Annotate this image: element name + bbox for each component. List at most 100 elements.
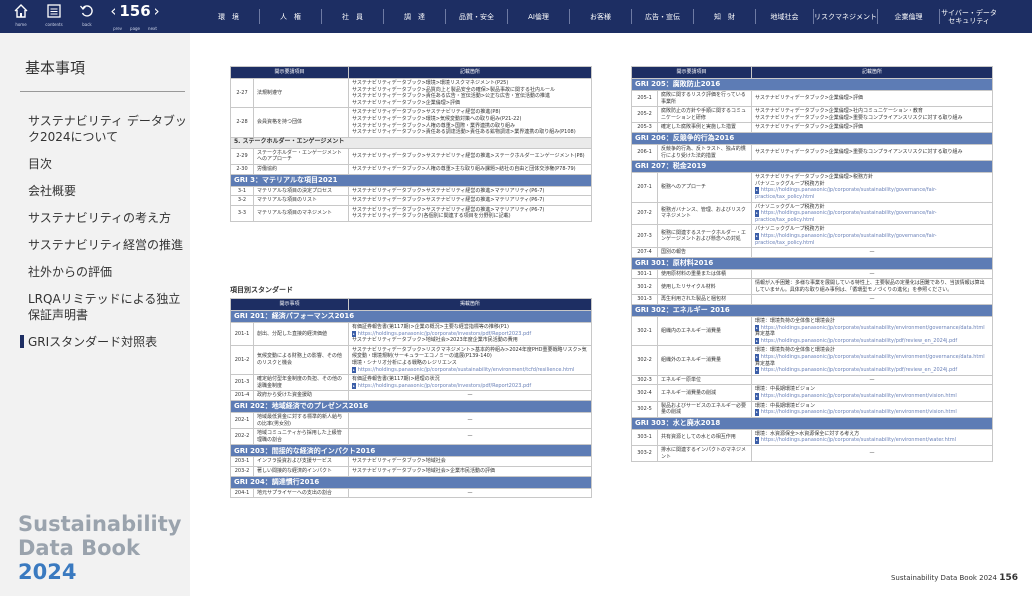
reference-link[interactable]: ▸ https://holdings.panasonic/jp/corporate… xyxy=(755,187,989,200)
sidebar-divider xyxy=(20,91,185,92)
row-value: サステナビリティデータブック>サステナビリティ経営の推進>マテリアリティ(P6-… xyxy=(348,195,592,206)
reference-link[interactable]: ▸ https://holdings.panasonic/jp/corporate… xyxy=(755,393,989,400)
reference-line[interactable]: https://holdings.panasonic/jp/corporate/… xyxy=(761,338,957,344)
reference-line[interactable]: https://holdings.panasonic/jp/corporate/… xyxy=(755,233,937,246)
tab-quality-safety[interactable]: 品質・安全 xyxy=(446,9,508,24)
sidebar-item-evaluation[interactable]: 社外からの評価 xyxy=(28,264,188,280)
table-row: 201-4 政府から受けた資金援助 — xyxy=(230,390,592,401)
reference-line[interactable]: https://holdings.panasonic/jp/corporate/… xyxy=(755,210,937,223)
row-item: マテリアルな項目のリスト xyxy=(252,195,350,206)
row-value: サステナビリティデータブック>サステナビリティ経営の推進>マテリアリティ(P6-… xyxy=(348,204,592,222)
reference-line: サステナビリティデータブック>人権の尊重>国際・業界連携の取り組み xyxy=(352,122,515,129)
row-item: エネルギー原単位 xyxy=(656,374,753,386)
row-item: 組織内のエネルギー消費量 xyxy=(656,316,753,347)
row-number: 303-1 xyxy=(631,428,658,446)
sidebar-item-about[interactable]: サステナビリティ データブック2024について xyxy=(28,113,188,145)
tab-customers[interactable]: お客様 xyxy=(570,9,632,24)
reference-link[interactable]: ▸ https://holdings.panasonic/jp/corporate… xyxy=(755,337,989,345)
row-value: サステナビリティデータブック>人権の尊重>主な取り組み課題>結社の自由と団体交渉… xyxy=(348,163,592,175)
reference-line[interactable]: https://holdings.panasonic/jp/corporate/… xyxy=(761,393,957,399)
section-row: GRI 201：経済パフォーマンス2016 xyxy=(230,310,592,323)
reference-link[interactable]: ▸ https://holdings.panasonic/jp/corporate… xyxy=(755,324,989,332)
table-row: 201-2 気候変動による財務上の影響、その他のリスクと機会 サステナビリティデータ… xyxy=(230,344,592,376)
prev-page-button[interactable]: ‹ xyxy=(110,1,116,21)
reference-line[interactable]: https://holdings.panasonic/jp/corporate/… xyxy=(358,367,575,373)
tab-employees[interactable]: 社 員 xyxy=(322,9,384,24)
top-navigation-bar: home contents back ‹ 156 › prev page nex… xyxy=(0,0,1032,33)
reference-link[interactable]: ▸ https://holdings.panasonic/jp/corporate… xyxy=(352,382,588,390)
sidebar-item-gri[interactable]: GRIスタンダード対照表 xyxy=(20,334,188,350)
section-row: GRI 204：調達慣行2016 xyxy=(230,475,592,489)
reference-line[interactable]: https://holdings.panasonic/jp/corporate/… xyxy=(761,409,957,415)
reference-line[interactable]: https://holdings.panasonic/jp/corporate/… xyxy=(761,367,957,373)
row-value: パナソニックグループ税務方針 ▸ https://holdings.panasoni… xyxy=(751,224,993,249)
reference-line: 算定基準 xyxy=(755,331,776,338)
tab-ai-ethics[interactable]: AI倫理 xyxy=(508,9,570,24)
tab-human-rights[interactable]: 人 権 xyxy=(260,9,322,24)
reference-line[interactable]: https://holdings.panasonic/jp/corporate/… xyxy=(761,354,985,360)
reference-link[interactable]: ▸ https://holdings.panasonic/jp/corporate… xyxy=(755,409,989,416)
tab-environment[interactable]: 環 境 xyxy=(198,9,260,24)
contents-button[interactable]: contents xyxy=(39,0,69,33)
reference-link[interactable]: ▸ https://holdings.panasonic/jp/corporate… xyxy=(352,366,588,374)
prev-label: prev xyxy=(113,26,123,31)
sidebar-item-philosophy[interactable]: サステナビリティの考え方 xyxy=(28,210,188,226)
sidebar-item-contents[interactable]: 目次 xyxy=(28,156,188,172)
reference-link[interactable]: ▸ https://holdings.panasonic/jp/corporate… xyxy=(755,437,989,444)
table-row: 302-5 製品およびサービスのエネルギー必要量の削減 環境：中長期環境ビジョン ▸ h… xyxy=(631,400,993,418)
tab-risk-management[interactable]: リスクマネジメント xyxy=(814,9,878,24)
contents-label: contents xyxy=(45,22,63,27)
tab-ip[interactable]: 知 財 xyxy=(694,9,756,24)
row-item: 製品およびサービスのエネルギー必要量の削減 xyxy=(656,400,753,418)
reference-link[interactable]: ▸ https://holdings.panasonic/jp/corporate… xyxy=(755,367,989,374)
tab-community[interactable]: 地域社会 xyxy=(756,9,814,24)
sidebar-item-company[interactable]: 会社概要 xyxy=(28,183,188,199)
reference-line[interactable]: https://holdings.panasonic/jp/corporate/… xyxy=(358,331,531,337)
table-row: 2-30 労働協約 サステナビリティデータブック>人権の尊重>主な取り組み課題>結社… xyxy=(230,163,592,175)
sidebar-item-management[interactable]: サステナビリティ経営の推進 xyxy=(28,237,188,253)
section-title: GRI 303：水と廃水2018 xyxy=(631,416,993,430)
row-value: — xyxy=(348,411,592,430)
reference-line[interactable]: https://holdings.panasonic/jp/corporate/… xyxy=(761,437,956,443)
reference-text: 算定基準 xyxy=(755,331,989,338)
row-item: 地域最低賃金に対する標準的新人給与の比率(男女別) xyxy=(252,411,350,430)
tab-cyber-security[interactable]: サイバー・データ セキュリティ xyxy=(940,9,998,25)
table-row: 207-3 税務に関連するステークホルダー・エンゲージメントおよび懸念への対処 パナ… xyxy=(631,224,993,249)
table-row: 207-2 税務ガバナンス、管理、およびリスクマネジメント パナソニックグループ税務… xyxy=(631,201,993,226)
reference-text: パナソニックグループ税務方針 xyxy=(755,226,989,233)
sidebar-item-assurance[interactable]: LRQAリミテッドによる独立保証声明書 xyxy=(28,291,188,323)
link-icon: ▸ xyxy=(755,437,759,444)
column-header: 記載箇所 xyxy=(348,66,592,79)
back-button[interactable]: back xyxy=(72,0,102,33)
sidebar: 基本事項 サステナビリティ データブック2024について 目次 会社概要 サステ… xyxy=(0,33,190,596)
reference-line[interactable]: https://holdings.panasonic/jp/corporate/… xyxy=(358,383,531,389)
row-item: 共有資源としての水との相互作用 xyxy=(656,428,753,446)
tab-business-ethics[interactable]: 企業倫理 xyxy=(878,9,940,24)
section-row: GRI 3：マテリアルな項目2021 xyxy=(230,173,592,187)
home-icon xyxy=(14,4,28,18)
reference-line: サステナビリティデータブック>環境>気候変動対策への取り組み(P21-22) xyxy=(352,115,522,122)
reference-line[interactable]: https://holdings.panasonic/jp/corporate/… xyxy=(755,187,937,200)
reference-line: サステナビリティデータブック>サステナビリティ経営の推進>マテリアリティ(P6-… xyxy=(352,206,545,213)
link-icon: ▸ xyxy=(755,409,759,416)
reference-link[interactable]: ▸ https://holdings.panasonic/jp/corporate… xyxy=(755,232,989,246)
reference-line: 環境：中長期環境ビジョン xyxy=(755,402,816,409)
section-title: GRI 203：間接的な経済的インパクト2016 xyxy=(230,444,592,458)
contents-icon xyxy=(47,4,61,18)
tab-procurement[interactable]: 調 達 xyxy=(384,9,446,24)
reference-link[interactable]: ▸ https://holdings.panasonic/jp/corporate… xyxy=(755,210,989,223)
reference-link[interactable]: ▸ https://holdings.panasonic/jp/corporate… xyxy=(755,354,989,361)
gri-general-table: 開示要請項目 記載箇所 2-27 法規制遵守 サステナビリティデータブック>環境>環境… xyxy=(229,66,592,222)
table-row: 303-2 排水に関連するインパクトのマネジメント — xyxy=(631,444,993,463)
home-button[interactable]: home xyxy=(6,0,36,33)
footer-label: Sustainability Data Book 2024 xyxy=(890,574,997,582)
reference-line[interactable]: https://holdings.panasonic/jp/corporate/… xyxy=(761,325,985,331)
reference-text: 情報が入手困難：多様な事業を展開している特性上、主要製品の定量化は困難であり、当… xyxy=(755,280,989,293)
row-item: 税務に関連するステークホルダー・エンゲージメントおよび懸念への対処 xyxy=(656,224,753,249)
row-number: 2-30 xyxy=(230,163,254,175)
link-icon: ▸ xyxy=(755,354,759,361)
tab-advertising[interactable]: 広告・宣伝 xyxy=(632,9,694,24)
row-item: 使用したリサイクル材料 xyxy=(656,278,753,296)
reference-line: サステナビリティデータブック>地域社会>企業市民活動の評価 xyxy=(352,467,495,474)
next-page-button[interactable]: › xyxy=(154,1,160,21)
